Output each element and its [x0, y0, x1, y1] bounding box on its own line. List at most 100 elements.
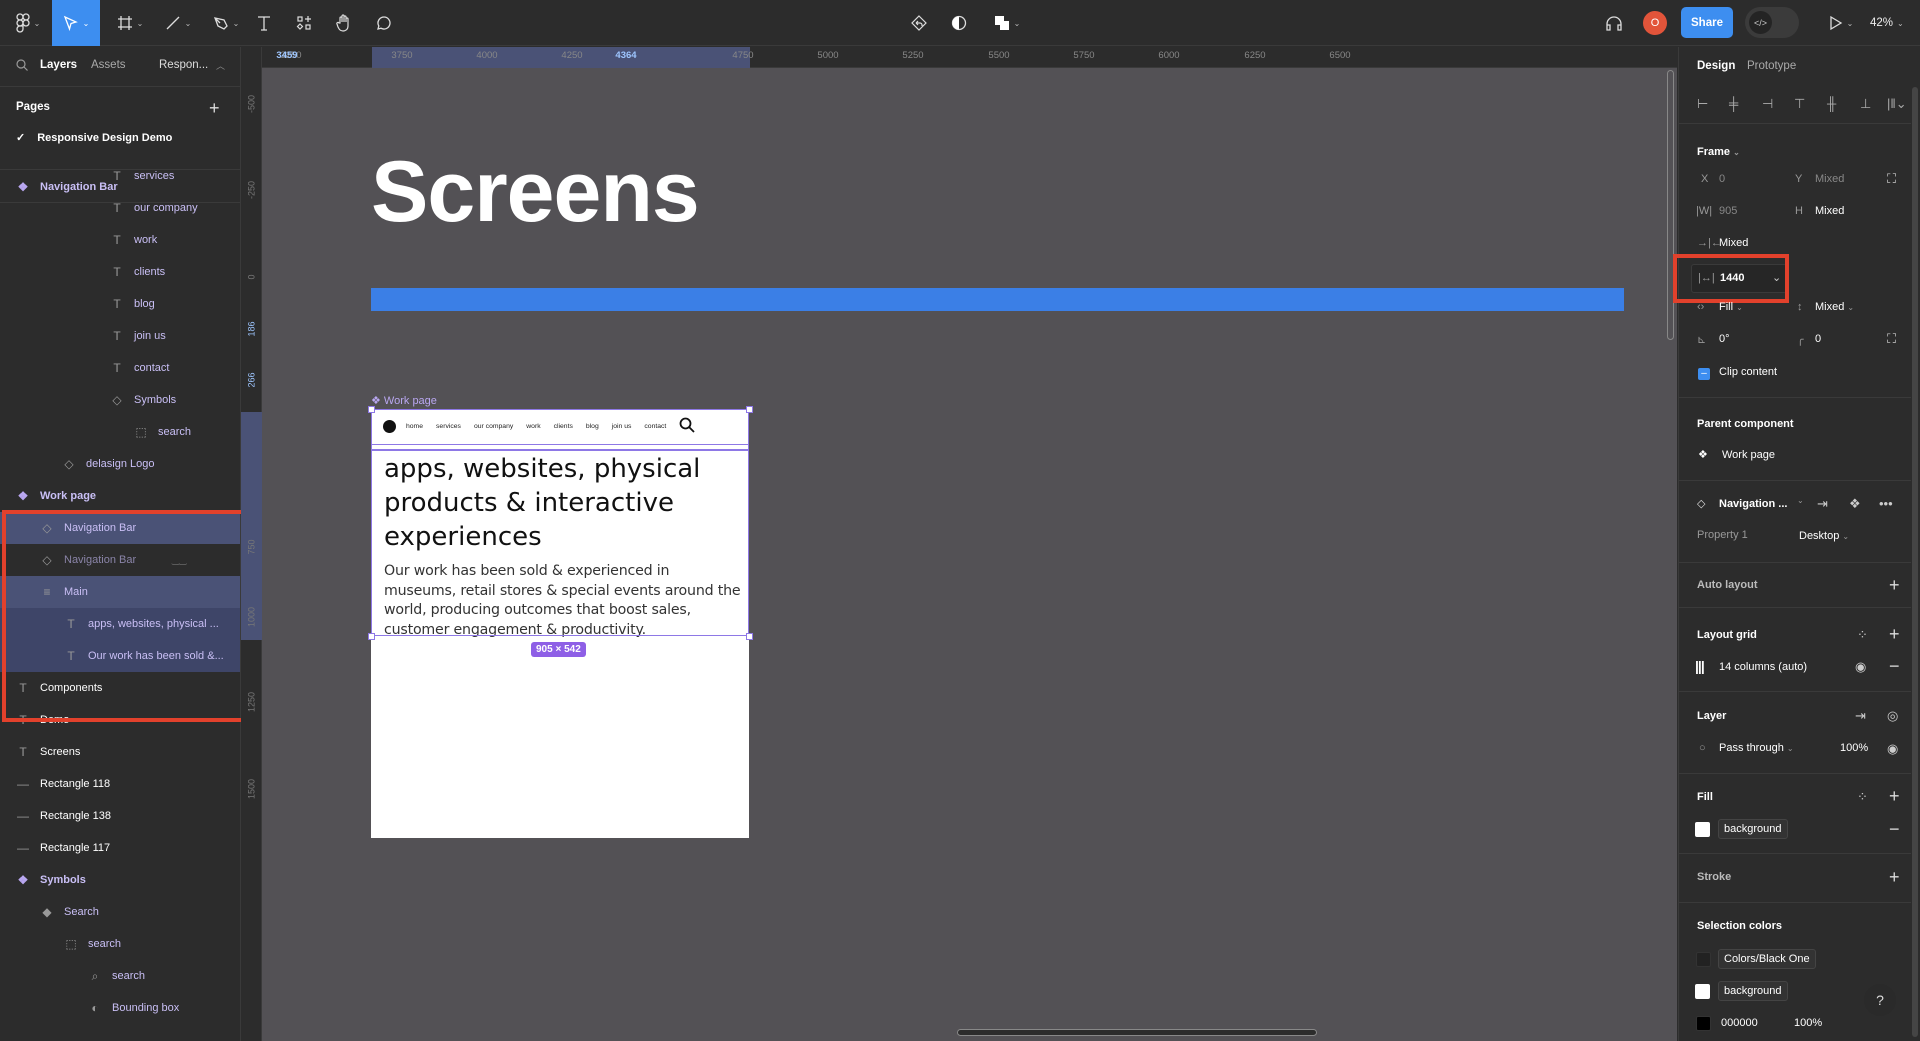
- fill-style-chip[interactable]: background: [1718, 819, 1788, 839]
- hand-tool-button[interactable]: [330, 0, 358, 46]
- resize-handle[interactable]: [368, 633, 375, 640]
- present-button[interactable]: ⌄: [1823, 0, 1859, 46]
- color-opacity-field[interactable]: 100%: [1794, 1017, 1822, 1029]
- layer-row[interactable]: ◆ Search: [0, 896, 240, 928]
- layer-row[interactable]: Tcontact: [0, 352, 240, 384]
- layer-row[interactable]: Tblog: [0, 288, 240, 320]
- frame-tool-button[interactable]: ⌄: [110, 0, 150, 46]
- y-field[interactable]: Mixed: [1815, 173, 1844, 185]
- audio-button[interactable]: [1600, 0, 1628, 46]
- layer-row[interactable]: ⬚ search: [0, 416, 240, 448]
- tab-assets[interactable]: Assets: [91, 59, 126, 71]
- blue-rectangle[interactable]: [371, 288, 1624, 311]
- clip-content-checkbox[interactable]: –: [1698, 368, 1710, 380]
- main-menu-button[interactable]: ⌄: [8, 0, 48, 46]
- resize-handle[interactable]: [746, 633, 753, 640]
- constraints-icon[interactable]: ⛶: [1887, 171, 1896, 187]
- align-left-icon[interactable]: ⊢: [1697, 96, 1708, 112]
- canvas[interactable]: Screens ❖ Work page home services our co…: [262, 68, 1677, 1041]
- layer-row[interactable]: T Our work has been sold &...: [0, 640, 240, 672]
- color-swatch[interactable]: [1696, 1016, 1711, 1031]
- h-field[interactable]: Mixed: [1815, 205, 1844, 217]
- fill-swatch[interactable]: [1695, 822, 1710, 837]
- screens-title[interactable]: Screens: [371, 143, 700, 242]
- layer-mask-icon[interactable]: ◎: [1887, 708, 1898, 724]
- blend-mode-dropdown[interactable]: Pass through ⌄: [1719, 742, 1794, 754]
- vertical-sizing-dropdown[interactable]: Mixed ⌄: [1815, 301, 1854, 313]
- resize-handle[interactable]: [746, 406, 753, 413]
- page-dropdown[interactable]: Respon...: [159, 59, 208, 71]
- layer-row[interactable]: Twork: [0, 224, 240, 256]
- color-swatch[interactable]: [1696, 952, 1711, 967]
- layer-row[interactable]: ⬚ search: [0, 928, 240, 960]
- layout-grid-value[interactable]: 14 columns (auto): [1719, 661, 1807, 673]
- page-item[interactable]: ✓ Responsive Design Demo: [16, 131, 172, 145]
- styles-icon[interactable]: ⁘: [1857, 789, 1868, 805]
- help-button[interactable]: ?: [1864, 984, 1896, 1016]
- instance-name-dropdown[interactable]: Navigation ...: [1719, 498, 1787, 510]
- tab-layers[interactable]: Layers: [40, 59, 77, 71]
- layer-row[interactable]: — Rectangle 138: [0, 800, 240, 832]
- pen-tool-button[interactable]: ⌄: [206, 0, 246, 46]
- add-layout-grid-button[interactable]: +: [1889, 625, 1900, 643]
- layer-row[interactable]: ◇ delasign Logo: [0, 448, 240, 480]
- eye-icon[interactable]: ◉: [1887, 741, 1898, 757]
- parent-component-link[interactable]: Work page: [1722, 449, 1775, 461]
- undo-history-button[interactable]: [905, 0, 933, 46]
- min-width-field[interactable]: |↔| 1440 ⌄: [1691, 264, 1787, 293]
- layer-row[interactable]: T Components: [0, 672, 240, 704]
- layer-row[interactable]: — Rectangle 118: [0, 768, 240, 800]
- align-horizontal-center-icon[interactable]: ╪: [1729, 96, 1738, 111]
- layer-row[interactable]: Tour company: [0, 192, 240, 224]
- independent-corners-icon[interactable]: ⛶: [1887, 331, 1896, 347]
- layer-row[interactable]: Tservices: [0, 160, 240, 192]
- remove-layout-grid-button[interactable]: −: [1889, 657, 1900, 675]
- layer-row[interactable]: ⌕ search: [0, 960, 240, 992]
- component-icon[interactable]: ❖: [1849, 496, 1861, 512]
- user-avatar[interactable]: O: [1643, 11, 1667, 35]
- frame-label[interactable]: ❖ Work page: [371, 394, 437, 407]
- distribute-icon[interactable]: |‖⌄: [1887, 96, 1907, 112]
- property-dropdown[interactable]: Desktop ⌄: [1799, 530, 1849, 542]
- layer-row[interactable]: ◐ Bounding box: [0, 992, 240, 1024]
- search-icon[interactable]: [16, 59, 28, 74]
- layer-row[interactable]: ◇ Symbols: [0, 384, 240, 416]
- add-fill-button[interactable]: +: [1889, 787, 1900, 805]
- styles-icon[interactable]: ⁘: [1857, 627, 1868, 643]
- chevron-up-icon[interactable]: ︿: [216, 59, 225, 72]
- layer-row[interactable]: ❖ Work page: [0, 480, 240, 512]
- more-icon[interactable]: •••: [1879, 496, 1893, 511]
- resize-handle[interactable]: [368, 406, 375, 413]
- rotation-field[interactable]: 0°: [1719, 333, 1730, 345]
- horizontal-scrollbar[interactable]: [957, 1029, 1317, 1036]
- layer-row[interactable]: Tjoin us: [0, 320, 240, 352]
- layer-row[interactable]: ◇ Navigation Bar: [0, 512, 240, 544]
- comment-tool-button[interactable]: [370, 0, 398, 46]
- theme-toggle-button[interactable]: [945, 0, 973, 46]
- horizontal-sizing-dropdown[interactable]: Fill ⌄: [1719, 301, 1743, 313]
- layer-row[interactable]: — Rectangle 117: [0, 832, 240, 864]
- add-stroke-button[interactable]: +: [1889, 868, 1900, 886]
- frame-section-header[interactable]: Frame ⌄: [1697, 146, 1740, 158]
- tab-prototype[interactable]: Prototype: [1747, 60, 1796, 72]
- hidden-eye-icon[interactable]: ‿‿: [172, 555, 186, 566]
- layer-motion-icon[interactable]: ⇥: [1855, 708, 1866, 724]
- line-tool-button[interactable]: ⌄: [158, 0, 198, 46]
- share-button[interactable]: Share: [1681, 7, 1733, 38]
- color-style-chip[interactable]: Colors/Black One: [1718, 949, 1816, 969]
- align-right-icon[interactable]: ⊣: [1762, 96, 1773, 112]
- color-style-chip[interactable]: background: [1718, 981, 1788, 1001]
- boolean-ops-button[interactable]: ⌄: [985, 0, 1029, 46]
- color-swatch[interactable]: [1695, 984, 1710, 999]
- text-tool-button[interactable]: [250, 0, 278, 46]
- resources-button[interactable]: [290, 0, 318, 46]
- vertical-scrollbar[interactable]: [1667, 70, 1674, 340]
- remove-fill-button[interactable]: −: [1889, 820, 1900, 838]
- layer-row[interactable]: ≡ Main: [0, 576, 240, 608]
- align-vertical-center-icon[interactable]: ╫: [1827, 96, 1836, 111]
- align-top-icon[interactable]: ⊤: [1794, 96, 1805, 112]
- layer-row[interactable]: ◇ Navigation Bar ‿‿: [0, 544, 240, 576]
- layer-row[interactable]: T Screens: [0, 736, 240, 768]
- layer-row[interactable]: Tclients: [0, 256, 240, 288]
- w-field[interactable]: 905: [1719, 205, 1737, 217]
